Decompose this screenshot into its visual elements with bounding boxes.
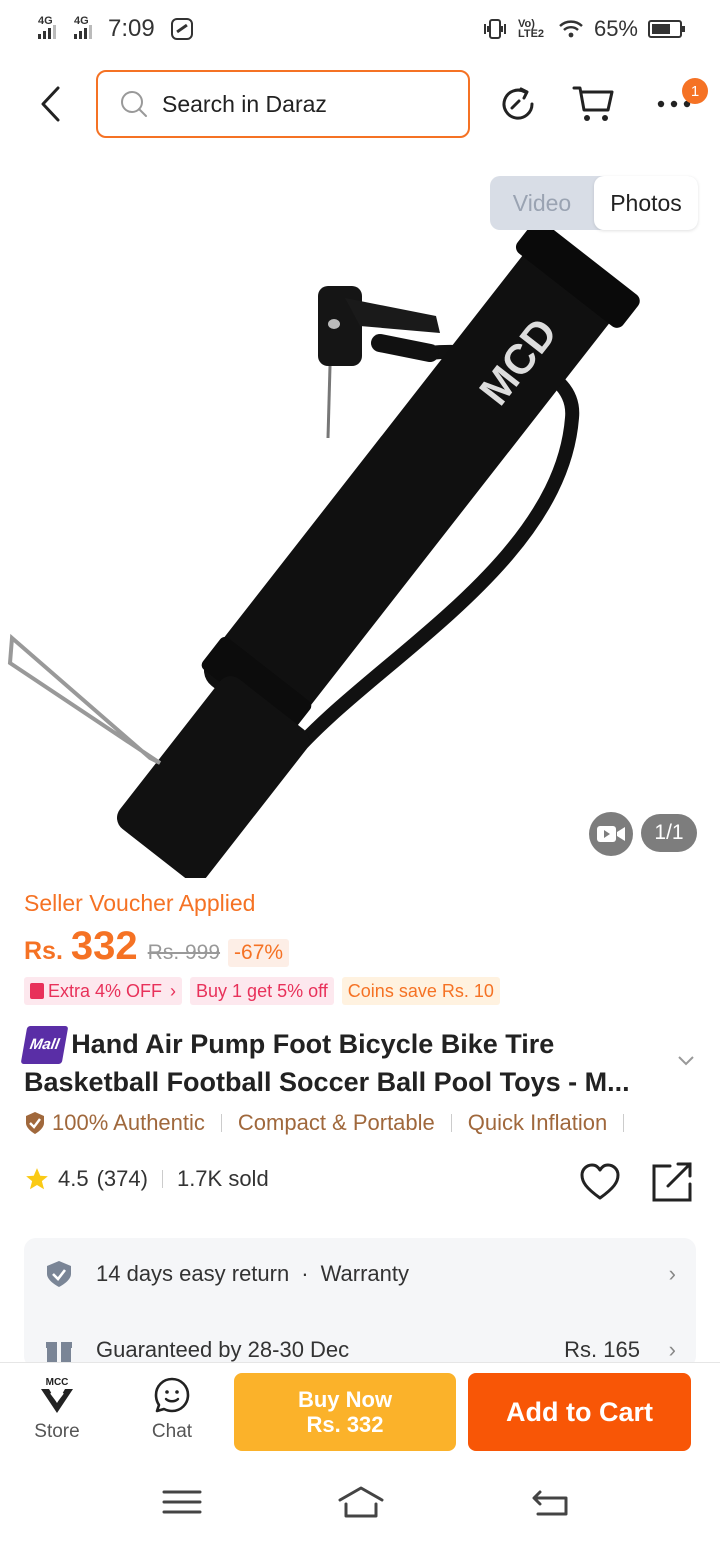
battery-percent: 65% <box>593 16 638 41</box>
rating-value: 4.5 <box>58 1166 89 1191</box>
return-warranty-row[interactable]: 14 days easy return · Warranty › <box>44 1254 676 1294</box>
search-placeholder: Search in Daraz <box>162 90 327 117</box>
chevron-right-icon: › <box>170 980 177 1001</box>
chat-icon <box>154 1377 190 1413</box>
cart-icon <box>572 86 614 121</box>
divider <box>161 1170 163 1188</box>
store-label: Store <box>34 1421 80 1442</box>
network-type-1: 4G <box>38 15 53 27</box>
store-button[interactable]: MCC Store <box>17 1375 97 1443</box>
status-right: Vo) LTE2 65% <box>482 16 685 42</box>
wifi-icon <box>559 20 583 38</box>
product-title: Mall Hand Air Pump Foot Bicycle Bike Tire… <box>20 1026 674 1100</box>
more-button[interactable]: 1 <box>652 78 708 126</box>
promo-buy-get[interactable]: Buy 1 get 5% off <box>190 977 334 1005</box>
features-row: 100% Authentic Compact & Portable Quick … <box>24 1110 640 1136</box>
history-icon <box>502 87 534 120</box>
share-icon[interactable] <box>650 1160 694 1204</box>
store-logo-text: MCC <box>46 1377 69 1388</box>
chat-label: Chat <box>151 1421 193 1442</box>
promo-label: Extra 4% OFF <box>48 980 163 1001</box>
divider <box>450 1114 452 1132</box>
feature-compact: Compact & Portable <box>237 1110 435 1135</box>
signal-icon-2: 4G <box>74 15 92 39</box>
cart-button[interactable] <box>572 82 616 126</box>
shield-check-icon <box>26 1112 44 1134</box>
media-toggle: Video Photos <box>490 176 698 230</box>
chat-button[interactable]: Chat <box>132 1375 212 1443</box>
search-input[interactable]: Search in Daraz <box>96 70 470 138</box>
buy-now-label: Buy Now <box>297 1387 393 1412</box>
currency: Rs. <box>24 937 63 965</box>
discount-badge: -67% <box>228 939 290 967</box>
add-to-cart-button[interactable]: Add to Cart <box>468 1373 691 1451</box>
home-icon[interactable] <box>336 1484 386 1520</box>
back-button[interactable] <box>28 82 72 126</box>
dot-separator: · <box>301 1261 309 1286</box>
action-bar: MCC Store Chat Buy Now Rs. 332 Add to Ca… <box>0 1362 720 1460</box>
product-title-wrap: Mall Hand Air Pump Foot Bicycle Bike Tire… <box>20 1026 674 1100</box>
feature-quick-inflation: Quick Inflation <box>467 1110 608 1135</box>
gift-box-icon <box>46 1342 72 1363</box>
chevron-left-icon <box>41 86 60 122</box>
cart-badge: 1 <box>682 78 708 104</box>
play-video-button[interactable] <box>589 812 633 856</box>
original-price: Rs. 999 <box>147 941 221 964</box>
rating-row[interactable]: 4.5 (374) 1.7K sold <box>24 1166 269 1192</box>
back-nav-icon[interactable] <box>530 1484 574 1520</box>
delivery-fee: Rs. 165 <box>564 1337 640 1362</box>
price: 332 <box>70 924 138 968</box>
divider <box>623 1114 625 1132</box>
volte-indicator: Vo) LTE2 <box>517 18 545 40</box>
page-indicator: 1/1 <box>641 814 697 852</box>
promo-row: Extra 4% OFF › Buy 1 get 5% off Coins sa… <box>24 977 500 1005</box>
video-camera-icon <box>597 826 625 842</box>
app-notification-icon <box>170 18 193 40</box>
search-icon <box>121 91 147 117</box>
service-card: 14 days easy return · Warranty › Guarant… <box>24 1238 696 1368</box>
price-row: Rs. 332 Rs. 999 -67% <box>24 924 290 969</box>
store-logo-icon: MCC <box>41 1377 73 1413</box>
delivery-guarantee: Guaranteed by 28-30 Dec <box>96 1337 350 1362</box>
mall-badge: Mall <box>20 1026 69 1064</box>
feature-label: 100% Authentic <box>52 1110 205 1135</box>
system-nav-bar <box>0 1460 720 1544</box>
tab-video[interactable]: Video <box>490 176 594 230</box>
product-image: MCD <box>7 220 640 878</box>
heart-icon[interactable] <box>578 1160 622 1204</box>
chevron-right-icon: › <box>668 1261 676 1286</box>
status-time: 7:09 <box>108 15 155 42</box>
voucher-icon <box>30 983 44 999</box>
promo-extra-off[interactable]: Extra 4% OFF › <box>24 977 183 1005</box>
buy-now-price: Rs. 332 <box>306 1412 384 1437</box>
menu-icon[interactable] <box>160 1484 204 1520</box>
return-policy: 14 days easy return <box>96 1261 290 1286</box>
buy-now-button[interactable]: Buy Now Rs. 332 <box>234 1373 456 1451</box>
network-type-2: 4G <box>74 15 89 27</box>
star-icon <box>26 1168 48 1190</box>
divider <box>220 1114 222 1132</box>
history-button[interactable] <box>496 82 540 126</box>
status-bar: 4G 4G 7:09 Vo) LTE2 65% <box>0 0 720 58</box>
chevron-right-icon: › <box>668 1337 676 1362</box>
warranty: Warranty <box>320 1261 409 1286</box>
product-title-text: Hand Air Pump Foot Bicycle Bike Tire Bas… <box>24 1029 630 1097</box>
sold-count: 1.7K sold <box>176 1166 269 1191</box>
battery-icon <box>648 20 685 38</box>
vibrate-icon <box>483 19 506 39</box>
signal-icon: 4G <box>38 15 56 39</box>
voucher-label: Seller Voucher Applied <box>24 890 256 916</box>
product-gallery[interactable]: MCD Video Photos 1/1 <box>0 148 720 878</box>
header: Search in Daraz 1 <box>0 68 720 140</box>
chevron-down-icon[interactable] <box>676 1050 696 1070</box>
promo-coins[interactable]: Coins save Rs. 10 <box>341 977 500 1005</box>
status-left: 4G 4G 7:09 <box>38 15 193 43</box>
shield-check-icon <box>47 1261 71 1287</box>
feature-authentic: 100% Authentic <box>24 1110 205 1136</box>
tab-photos[interactable]: Photos <box>594 176 698 230</box>
rating-count: (374) <box>96 1166 148 1191</box>
